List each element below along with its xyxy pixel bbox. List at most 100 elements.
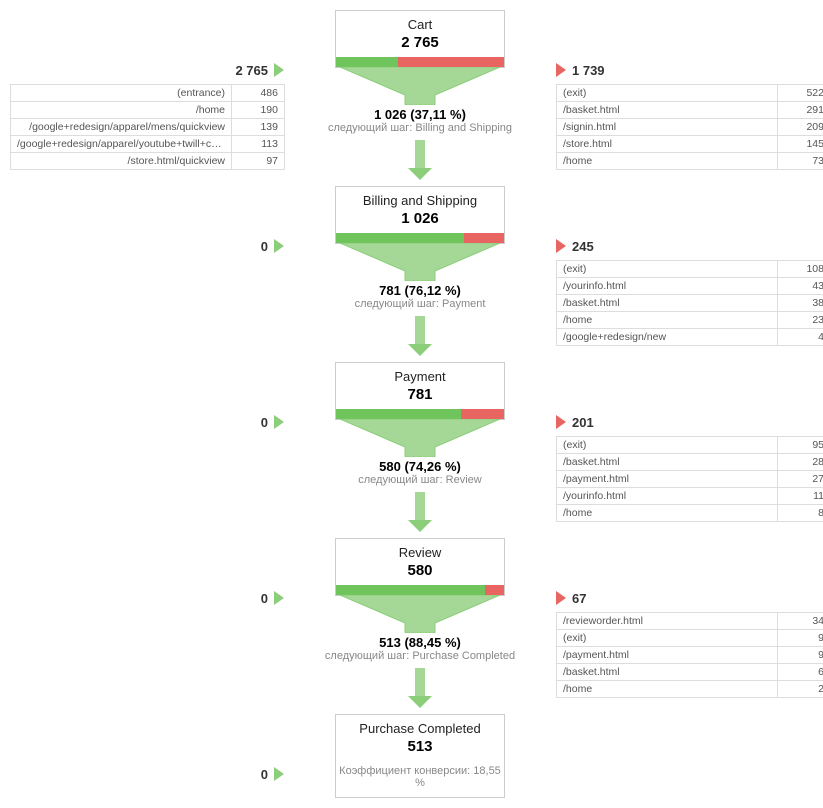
step-title: Payment xyxy=(336,369,504,384)
funnel-step-2: 0Payment781580 (74,26 %)следующий шаг: R… xyxy=(10,362,823,538)
exit-arrow-icon xyxy=(556,239,566,253)
table-cell-name: /basket.html xyxy=(557,295,778,312)
entry-count: 0 xyxy=(261,239,268,254)
exit-count: 1 739 xyxy=(572,63,605,78)
continue-value: 580 xyxy=(379,459,401,474)
table-cell-count: 95 xyxy=(778,437,823,454)
table-cell-count: 108 xyxy=(778,261,823,278)
right-panel: 67/revieworder.html34(exit)9/payment.htm… xyxy=(550,538,823,698)
table-row: /yourinfo.html43 xyxy=(557,278,823,295)
progress-red xyxy=(461,409,504,419)
step-box[interactable]: Review 580 xyxy=(335,538,505,596)
exit-count-line: 245 xyxy=(556,236,823,256)
table-cell-name: /yourinfo.html xyxy=(557,488,778,505)
step-title: Purchase Completed xyxy=(336,721,504,736)
table-cell-count: 9 xyxy=(778,630,823,647)
next-step-label: следующий шаг: Review xyxy=(358,474,482,486)
entry-arrow-icon xyxy=(274,239,284,253)
step-box[interactable]: Cart2 765 xyxy=(335,10,505,68)
table-cell-count: 9 xyxy=(778,647,823,664)
table-cell-count: 4 xyxy=(778,329,823,346)
right-panel: 201(exit)95/basket.html28/payment.html27… xyxy=(550,362,823,522)
funnel-step-4: 0Purchase Completed513Коэффициент конвер… xyxy=(10,714,823,798)
table-row: /home73 xyxy=(557,153,823,170)
table-cell-name: /home xyxy=(557,681,778,698)
center-panel: Review580513 (88,45 %)следующий шаг: Pur… xyxy=(290,538,550,714)
table-cell-count: 73 xyxy=(778,153,823,170)
progress-green xyxy=(336,57,398,67)
table-cell-count: 145 xyxy=(778,136,823,153)
entry-count-line: 0 xyxy=(10,236,284,256)
entry-count: 0 xyxy=(261,591,268,606)
continue-pct: (37,11 %) xyxy=(410,107,466,122)
down-arrow-icon xyxy=(405,140,435,180)
table-cell-name: /home xyxy=(557,153,778,170)
table-row: (exit)9 xyxy=(557,630,823,647)
table-cell-name: /google+redesign/new xyxy=(557,329,778,346)
continue-pct: (88,45 %) xyxy=(404,635,460,650)
step-title: Review xyxy=(336,545,504,560)
funnel-icon xyxy=(335,67,505,105)
table-row: /revieworder.html34 xyxy=(557,613,823,630)
table-row: (exit)95 xyxy=(557,437,823,454)
progress-red xyxy=(485,585,504,595)
table-cell-name: (exit) xyxy=(557,85,778,102)
step-value: 580 xyxy=(336,562,504,579)
table-cell-count: 190 xyxy=(232,102,285,119)
table-cell-count: 486 xyxy=(232,85,285,102)
right-panel: 1 739 (exit)522/basket.html291/signin.htm… xyxy=(550,10,823,170)
table-cell-name: (entrance) xyxy=(11,85,232,102)
table-cell-name: (exit) xyxy=(557,261,778,278)
table-row: /home190 xyxy=(11,102,285,119)
table-row: /basket.html6 xyxy=(557,664,823,681)
table-cell-name: (exit) xyxy=(557,437,778,454)
step-progress-bar xyxy=(336,233,504,243)
table-row: /signin.html209 xyxy=(557,119,823,136)
table-row: /yourinfo.html11 xyxy=(557,488,823,505)
left-drop-table: (entrance)486/home190/google+redesign/ap… xyxy=(10,84,285,170)
entry-count-line: 0 xyxy=(10,588,284,608)
table-row: /google+redesign/new4 xyxy=(557,329,823,346)
step-value: 2 765 xyxy=(336,34,504,51)
step-box[interactable]: Billing and Shipping1 026 xyxy=(335,186,505,244)
table-row: /basket.html291 xyxy=(557,102,823,119)
table-cell-name: /signin.html xyxy=(557,119,778,136)
exit-count: 245 xyxy=(572,239,594,254)
table-cell-name: /basket.html xyxy=(557,454,778,471)
exit-arrow-icon xyxy=(556,591,566,605)
table-cell-count: 34 xyxy=(778,613,823,630)
next-step-label: следующий шаг: Billing and Shipping xyxy=(328,122,512,134)
down-arrow-icon xyxy=(405,316,435,356)
right-drop-table: /revieworder.html34(exit)9/payment.html9… xyxy=(556,612,823,698)
table-row: /store.html145 xyxy=(557,136,823,153)
table-row: /store.html/quickview97 xyxy=(11,153,285,170)
step-box[interactable]: Payment 781 xyxy=(335,362,505,420)
entry-count-line: 0 xyxy=(10,764,284,784)
table-cell-count: 2 xyxy=(778,681,823,698)
step-value: 781 xyxy=(336,386,504,403)
step-box[interactable]: Purchase Completed513Коэффициент конверс… xyxy=(335,714,505,798)
table-row: (entrance)486 xyxy=(11,85,285,102)
entry-count-line: 2 765 xyxy=(10,60,284,80)
left-panel: 2 765 (entrance)486/home190/google+redesi… xyxy=(10,10,290,170)
continue-label: 781 (76,12 %)следующий шаг: Payment xyxy=(355,283,486,310)
table-cell-count: 113 xyxy=(232,136,285,153)
table-row: (exit)522 xyxy=(557,85,823,102)
table-row: /home23 xyxy=(557,312,823,329)
center-panel: Payment781580 (74,26 %)следующий шаг: Re… xyxy=(290,362,550,538)
progress-red xyxy=(464,233,504,243)
table-cell-count: 11 xyxy=(778,488,823,505)
table-cell-name: /store.html xyxy=(557,136,778,153)
step-value: 513 xyxy=(336,738,504,755)
table-cell-count: 291 xyxy=(778,102,823,119)
table-row: (exit)108 xyxy=(557,261,823,278)
table-row: /payment.html9 xyxy=(557,647,823,664)
progress-red xyxy=(398,57,504,67)
table-cell-count: 38 xyxy=(778,295,823,312)
continue-pct: (76,12 %) xyxy=(404,283,460,298)
entry-count: 0 xyxy=(261,415,268,430)
table-cell-name: /home xyxy=(557,505,778,522)
table-cell-count: 8 xyxy=(778,505,823,522)
table-cell-name: /home xyxy=(557,312,778,329)
next-step-label: следующий шаг: Purchase Completed xyxy=(325,650,515,662)
